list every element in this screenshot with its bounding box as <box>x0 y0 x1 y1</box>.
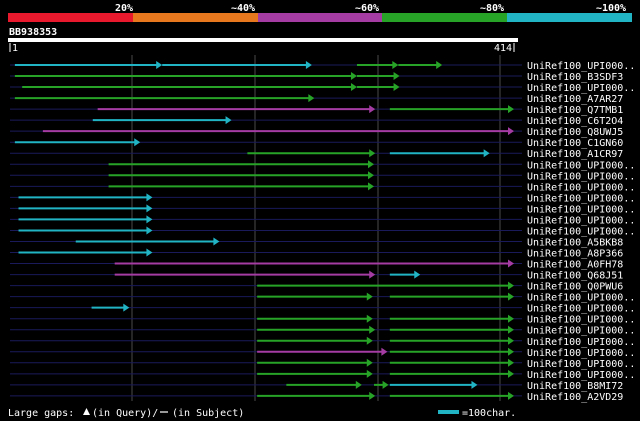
hit-accession-link[interactable]: UniRef100_UPI000.. <box>527 160 635 171</box>
score-key-segment <box>258 13 382 22</box>
hit-accession-link[interactable]: UniRef100_Q0PWU6 <box>527 282 623 293</box>
hit-accession-link[interactable]: UniRef100_C6T2O4 <box>527 116 623 127</box>
query-bar <box>8 38 518 42</box>
hit-accession-link[interactable]: UniRef100_UPI000.. <box>527 204 635 215</box>
hit-accession-link[interactable]: UniRef100_UPI000.. <box>527 215 635 226</box>
hit-accession-link[interactable]: UniRef100_UPI000.. <box>527 182 635 193</box>
hit-accession-link[interactable]: UniRef100_UPI000.. <box>527 337 635 348</box>
hit-accession-link[interactable]: UniRef100_A8P366 <box>527 249 623 260</box>
large-gaps-label: Large gaps: <box>8 408 74 419</box>
hit-accession-link[interactable]: UniRef100_UPI000.. <box>527 348 635 359</box>
query-gap-label: (in Query)/ <box>92 408 158 419</box>
hit-accession-link[interactable]: UniRef100_UPI000.. <box>527 293 635 304</box>
score-key-segment <box>133 13 258 22</box>
hit-accession-link[interactable]: UniRef100_Q8UWJ5 <box>527 127 623 138</box>
hit-accession-link[interactable]: UniRef100_Q7TMB1 <box>527 105 623 116</box>
score-label-40: ~40% <box>231 3 255 14</box>
hit-accession-link[interactable]: UniRef100_A2VD29 <box>527 392 623 403</box>
hit-accession-link[interactable]: UniRef100_UPI000.. <box>527 326 635 337</box>
score-key-segment <box>8 13 133 22</box>
hit-accession-link[interactable]: UniRef100_A7AR27 <box>527 94 623 105</box>
score-label-80: ~80% <box>480 3 504 14</box>
hit-accession-link[interactable]: UniRef100_UPI000.. <box>527 83 635 94</box>
score-label-100: ~100% <box>596 3 626 14</box>
hit-accession-link[interactable]: UniRef100_A0FH78 <box>527 260 623 271</box>
hit-accession-link[interactable]: UniRef100_A5BKB8 <box>527 237 623 248</box>
hit-accession-link[interactable]: UniRef100_B3SDF3 <box>527 72 623 83</box>
query-accession: BB938353 <box>9 27 57 38</box>
scale-label: =100char. <box>462 408 516 419</box>
subject-gap-label: (in Subject) <box>172 408 244 419</box>
score-key-segment <box>382 13 507 22</box>
hit-accession-link[interactable]: UniRef100_UPI000.. <box>527 193 635 204</box>
blast-graphic-overview: 20% ~40% ~60% ~80% ~100% BB938353 1 414 … <box>0 0 640 421</box>
hit-accession-link[interactable]: UniRef100_UPI000.. <box>527 370 635 381</box>
query-start-label: 1 <box>12 43 18 54</box>
hit-accession-link[interactable]: UniRef100_UPI000.. <box>527 226 635 237</box>
score-label-20: 20% <box>115 3 133 14</box>
hit-accession-link[interactable]: UniRef100_UPI000.. <box>527 304 635 315</box>
hit-accession-link[interactable]: UniRef100_UPI000.. <box>527 315 635 326</box>
hit-accession-link[interactable]: UniRef100_A1CR97 <box>527 149 623 160</box>
score-key-segment <box>507 13 632 22</box>
scale-bar <box>438 410 459 414</box>
hit-accession-link[interactable]: UniRef100_UPI000.. <box>527 359 635 370</box>
hit-accession-link[interactable]: UniRef100_UPI000.. <box>527 61 635 72</box>
query-end-label: 414 <box>494 43 512 54</box>
hit-accession-link[interactable]: UniRef100_C1GN60 <box>527 138 623 149</box>
hit-accession-link[interactable]: UniRef100_UPI000.. <box>527 171 635 182</box>
hit-accession-link[interactable]: UniRef100_B8MI72 <box>527 381 623 392</box>
score-label-60: ~60% <box>355 3 379 14</box>
score-color-key <box>8 13 632 22</box>
hit-accession-link[interactable]: UniRef100_Q68J51 <box>527 271 623 282</box>
